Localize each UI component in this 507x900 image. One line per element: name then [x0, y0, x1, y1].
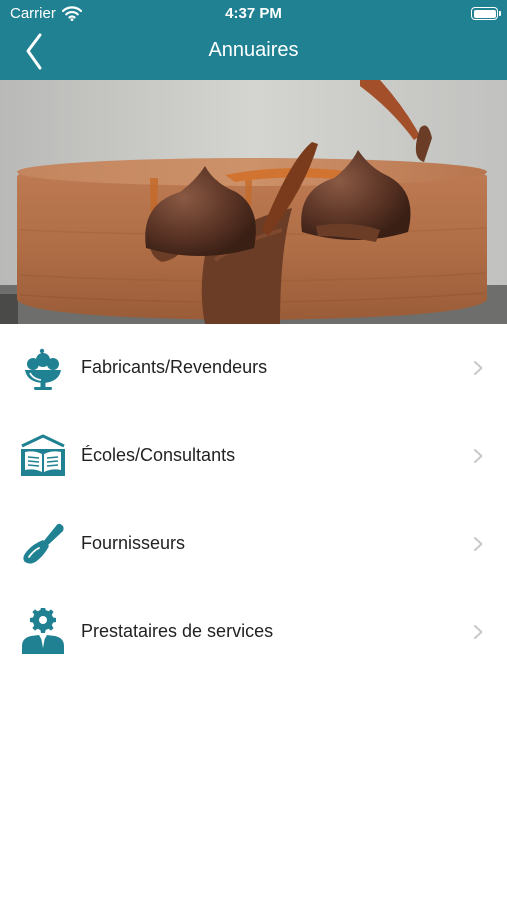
- hero-image: [0, 80, 507, 324]
- page-title: Annuaires: [208, 39, 299, 61]
- directory-menu: Fabricants/Revendeurs Écoles/Consultants: [0, 324, 507, 676]
- chevron-right-icon: [473, 360, 484, 376]
- chevron-right-icon: [473, 624, 484, 640]
- chevron-right-icon: [473, 536, 484, 552]
- spatula-icon: [19, 520, 67, 568]
- menu-item-label: Fabricants/Revendeurs: [81, 357, 268, 377]
- chevron-right-icon: [473, 448, 484, 464]
- battery-icon: [471, 7, 501, 20]
- menu-item-label: Écoles/Consultants: [81, 445, 236, 465]
- status-time: 4:37 PM: [225, 5, 282, 22]
- chocolate-cake-photo: [0, 80, 507, 324]
- menu-item-fabricants-revendeurs[interactable]: Fabricants/Revendeurs: [0, 324, 507, 412]
- menu-item-label: Prestataires de services: [81, 621, 274, 641]
- menu-item-fournisseurs[interactable]: Fournisseurs: [0, 500, 507, 588]
- ice-cream-cup-icon: [19, 344, 67, 392]
- menu-item-ecoles-consultants[interactable]: Écoles/Consultants: [0, 412, 507, 500]
- status-bar: Carrier 4:37 PM: [0, 0, 507, 28]
- menu-item-prestataires-de-services[interactable]: Prestataires de services: [0, 588, 507, 676]
- open-book-icon: [19, 432, 67, 480]
- navigation-header: Carrier 4:37 PM Annuaires: [0, 0, 507, 80]
- service-person-gear-icon: [19, 607, 67, 656]
- menu-item-label: Fournisseurs: [81, 533, 186, 553]
